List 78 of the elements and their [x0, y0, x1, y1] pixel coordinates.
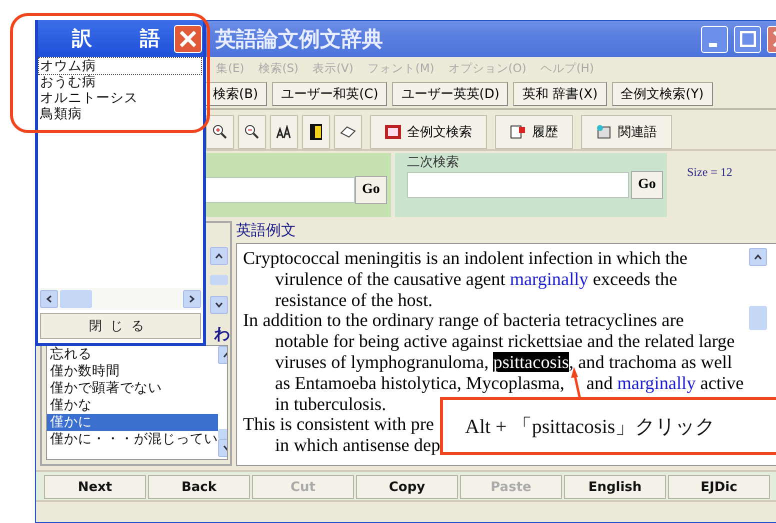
action-button[interactable]: English: [564, 475, 666, 499]
book-button[interactable]: [302, 115, 330, 149]
example-line: In addition to the ordinary range of bacteria tetracyclines are: [243, 310, 684, 332]
example-line: notable for being active against rickettsiae and the related large: [274, 331, 735, 352]
toolbar-button[interactable]: 履歴: [495, 115, 573, 149]
search-field[interactable]: [205, 177, 355, 203]
example-line: virulence of the causative agent marginally exceeds the: [274, 268, 678, 290]
scroll-thumb[interactable]: [210, 275, 228, 286]
maximize-icon: [740, 31, 756, 47]
action-button[interactable]: Next: [44, 475, 146, 499]
dictionary-button[interactable]: 全例文検索(Y): [612, 82, 713, 106]
example-line: resistance of the host.: [274, 290, 433, 310]
go-button[interactable]: Go: [355, 176, 387, 204]
list-item[interactable]: 忘れる: [47, 346, 218, 363]
scroll-down-button[interactable]: [210, 296, 228, 314]
translation-item[interactable]: おうむ病: [39, 74, 203, 90]
scroll-left-button[interactable]: [40, 290, 58, 308]
secondary-search-field[interactable]: [407, 172, 629, 198]
list-item[interactable]: 僅か数時間: [47, 363, 218, 380]
toolbar-button[interactable]: 全例文検索: [370, 115, 487, 149]
arrow-down-icon: [215, 302, 223, 308]
close-button[interactable]: [174, 24, 202, 52]
notepad-icon: [596, 125, 612, 139]
scroll-right-button[interactable]: [183, 290, 201, 308]
zoom-in-button[interactable]: [206, 115, 234, 149]
example-line: in which antisense dep: [274, 435, 440, 456]
dictionary-button[interactable]: ユーザー英英(D): [392, 82, 508, 106]
example-line: viruses of lymphogranuloma, psittacosis, and trachoma as well: [274, 352, 732, 373]
example-line: as Entamoeba histolytica, Mycoplasma,: [274, 372, 564, 394]
zoom-out-button[interactable]: [238, 115, 266, 149]
arrow-left-icon: [46, 295, 52, 303]
example-line: This is consistent with pre: [243, 414, 434, 436]
list-item[interactable]: 僅かな: [47, 397, 218, 414]
scroll-up-button[interactable]: [210, 247, 228, 265]
minimize-icon: [708, 43, 716, 47]
go-button[interactable]: Go: [631, 171, 663, 199]
action-button[interactable]: Back: [148, 475, 250, 499]
arrow-up-icon: [215, 253, 223, 259]
list-item[interactable]: 僅かで顕著でない: [47, 380, 218, 397]
scroll-thumb[interactable]: [749, 306, 767, 330]
group-label: 二次検索: [407, 154, 460, 171]
document-icon: [510, 125, 526, 139]
eraser-icon: [340, 126, 356, 138]
dictionary-button[interactable]: 検索(B): [204, 82, 268, 106]
example-line: in tuberculosis.: [274, 394, 386, 414]
arrow-right-icon: [189, 295, 195, 303]
action-button[interactable]: Copy: [356, 475, 458, 499]
translation-item[interactable]: 鳥類病: [39, 106, 203, 122]
toolbar-button[interactable]: 関連語: [581, 115, 672, 149]
window-title: 英語論文例文辞典: [215, 26, 384, 53]
dictionary-button[interactable]: ユーザー和英(C): [272, 82, 388, 106]
action-button[interactable]: EJDic: [668, 475, 770, 499]
index-heading: わ: [214, 324, 230, 345]
scroll-thumb[interactable]: [60, 290, 92, 308]
section-label: 英語例文: [236, 221, 297, 241]
close-dialog-button[interactable]: 閉じる: [40, 313, 201, 339]
example-line: Cryptococcal meningitis is an indolent infection in which the: [243, 248, 688, 269]
font-size-button[interactable]: [270, 115, 298, 149]
film-icon: [385, 125, 401, 139]
zoom-out-icon: [244, 124, 260, 140]
eraser-button[interactable]: [334, 115, 362, 149]
zoom-in-icon: [212, 124, 228, 140]
dictionary-button[interactable]: 英和 辞書(X): [513, 82, 607, 106]
list-item[interactable]: 僅かに・・・が混じってい: [47, 431, 218, 448]
book-icon: [310, 124, 322, 140]
scroll-up-button[interactable]: [749, 248, 767, 266]
font-size-icon: [276, 125, 292, 139]
example-line: and marginally active: [586, 372, 744, 394]
translation-item[interactable]: オウム病: [39, 58, 201, 74]
close-icon: [179, 30, 197, 48]
arrow-up-icon: [754, 254, 762, 260]
size-label: Size = 12: [687, 165, 732, 181]
minimize-button[interactable]: [701, 26, 728, 52]
list-item[interactable]: 僅かに: [47, 414, 218, 431]
maximize-button[interactable]: [734, 26, 761, 52]
translation-item[interactable]: オルニトーシス: [39, 90, 203, 106]
callout-text: Alt + 「psittacosis」クリック: [465, 414, 716, 440]
window-title: 訳 語: [72, 25, 174, 52]
